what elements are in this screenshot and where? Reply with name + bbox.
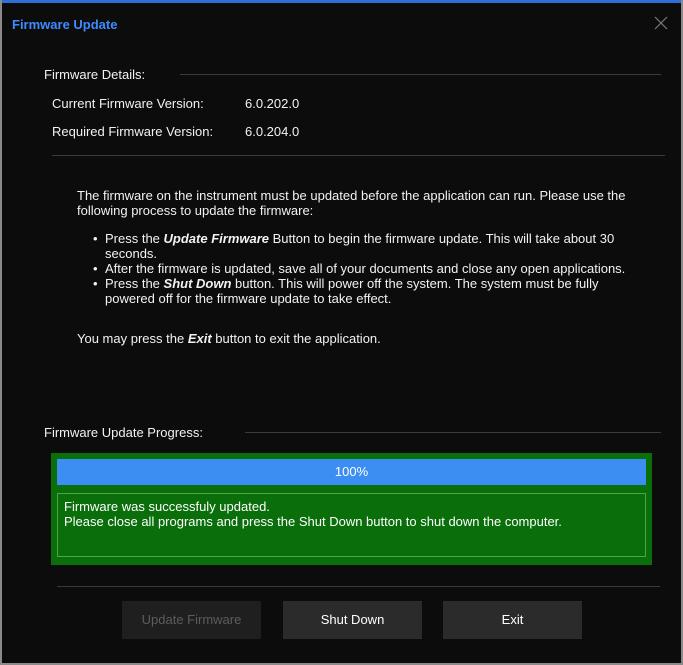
current-version-value: 6.0.202.0 [245, 96, 300, 111]
instruction-step-save: After the firmware is updated, save all … [93, 261, 635, 276]
close-icon[interactable] [653, 15, 669, 31]
required-version-value: 6.0.204.0 [245, 124, 300, 139]
progress-section-label: Firmware Update Progress: [44, 425, 203, 440]
instructions-text: The firmware on the instrument must be u… [77, 188, 635, 346]
current-version-label: Current Firmware Version: [52, 96, 204, 111]
instruction-exit: You may press the Exit button to exit th… [77, 331, 381, 346]
firmware-update-dialog: Firmware Update Firmware Details: Curren… [0, 0, 683, 665]
details-divider [180, 74, 661, 75]
progress-percent: 100% [334, 464, 369, 479]
exit-button[interactable]: Exit [443, 601, 582, 639]
update-firmware-button[interactable]: Update Firmware [122, 601, 261, 639]
status-message-line1: Firmware was successfuly updated. [64, 499, 270, 514]
progress-divider [245, 432, 661, 433]
instruction-step-update: Press the Update Firmware Button to begi… [93, 231, 635, 261]
required-version-label: Required Firmware Version: [52, 124, 214, 139]
shut-down-button[interactable]: Shut Down [283, 601, 422, 639]
progress-panel: 100% Firmware was successfuly updated. P… [51, 453, 652, 565]
progress-bar: 100% [57, 459, 646, 485]
dialog-title: Firmware Update [12, 17, 118, 32]
firmware-details-label: Firmware Details: [44, 67, 146, 82]
status-message: Firmware was successfuly updated. Please… [57, 493, 646, 557]
instructions-list: Press the Update Firmware Button to begi… [77, 231, 635, 306]
current-version-row: Current Firmware Version: 6.0.202.0 [52, 96, 299, 111]
title-accent-line [2, 0, 681, 3]
status-message-line2: Please close all programs and press the … [64, 514, 562, 529]
instruction-step-shutdown: Press the Shut Down button. This will po… [93, 276, 635, 306]
instructions-intro: The firmware on the instrument must be u… [77, 188, 626, 218]
details-bottom-divider [52, 155, 665, 156]
buttons-divider [57, 586, 660, 587]
required-version-row: Required Firmware Version: 6.0.204.0 [52, 124, 299, 139]
title-bar: Firmware Update [2, 0, 681, 44]
